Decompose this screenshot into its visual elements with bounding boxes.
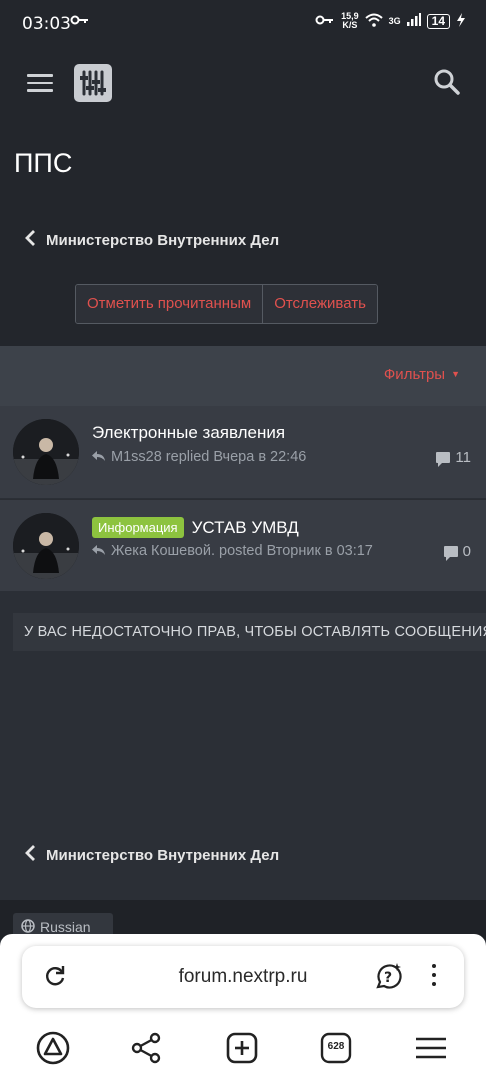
ai-help-icon[interactable]: ? bbox=[372, 961, 404, 993]
chevron-left-icon bbox=[24, 845, 36, 866]
thread-meta-text[interactable]: Жека Кошевой. posted Вторник в 03:17 bbox=[111, 543, 373, 559]
hamburger-icon[interactable] bbox=[27, 74, 53, 92]
thread-title-text[interactable]: Электронные заявления bbox=[92, 423, 285, 443]
wifi-icon bbox=[364, 13, 383, 30]
charging-icon bbox=[456, 12, 466, 30]
status-indicators: 15,9 K/S 3G 14 bbox=[315, 12, 466, 30]
share-icon[interactable] bbox=[128, 1030, 164, 1066]
search-icon[interactable] bbox=[433, 68, 461, 96]
reply-count-value: 11 bbox=[455, 449, 471, 466]
filters-button[interactable]: Фильтры ▼ bbox=[384, 366, 460, 383]
sliders-logo-icon[interactable] bbox=[74, 64, 112, 102]
avatar[interactable] bbox=[13, 419, 79, 485]
speed-unit: K/S bbox=[342, 20, 358, 30]
reply-count: 0 bbox=[443, 543, 471, 561]
reply-count-value: 0 bbox=[462, 543, 471, 560]
footer-breadcrumb[interactable]: Министерство Внутренних Дел bbox=[24, 845, 279, 866]
thread-meta: Жека Кошевой. posted Вторник в 03:17 bbox=[92, 543, 373, 559]
breadcrumb[interactable]: Министерство Внутренних Дел bbox=[24, 230, 279, 251]
battery-indicator: 14 bbox=[426, 13, 450, 29]
more-menu-icon[interactable] bbox=[428, 964, 440, 992]
reply-icon bbox=[92, 450, 105, 464]
page-title: ППС bbox=[14, 148, 73, 178]
thread-row[interactable]: Электронные заявления M1ss28 replied Вче… bbox=[0, 406, 486, 498]
browser-menu-icon[interactable] bbox=[413, 1030, 449, 1066]
network-speed: 15,9 K/S bbox=[341, 12, 359, 30]
permission-notice: У ВАС НЕДОСТАТОЧНО ПРАВ, ЧТОБЫ ОСТАВЛЯТЬ… bbox=[13, 613, 486, 651]
reply-icon bbox=[92, 544, 105, 558]
reply-count: 11 bbox=[436, 449, 471, 467]
status-time: 03:03 bbox=[22, 14, 71, 34]
thread-meta: M1ss28 replied Вчера в 22:46 bbox=[92, 449, 306, 465]
network-type: 3G bbox=[388, 16, 401, 26]
svg-text:?: ? bbox=[384, 970, 392, 986]
comment-icon bbox=[443, 546, 458, 561]
comment-icon bbox=[436, 452, 451, 467]
chevron-left-icon bbox=[24, 230, 36, 251]
tab-count: 628 bbox=[327, 1041, 345, 1052]
alice-assistant-icon[interactable] bbox=[35, 1030, 71, 1066]
browser-toolbar: forum.nextrp.ru ? 628 bbox=[0, 934, 486, 1080]
tabs-counter-button[interactable]: 628 bbox=[318, 1030, 354, 1066]
app-header bbox=[0, 48, 486, 118]
thread-meta-text[interactable]: M1ss28 replied Вчера в 22:46 bbox=[111, 449, 306, 465]
status-bar: 03:03 15,9 K/S 3G 14 bbox=[0, 0, 486, 48]
thread-actions: Отметить прочитанным Отслеживать bbox=[75, 284, 378, 324]
bottom-nav: 628 bbox=[0, 1026, 486, 1070]
thread-title[interactable]: Информация УСТАВ УМВД bbox=[92, 517, 299, 538]
breadcrumb-label: Министерство Внутренних Дел bbox=[46, 232, 280, 249]
footer-breadcrumb-label: Министерство Внутренних Дел bbox=[46, 847, 280, 864]
thread-row[interactable]: Информация УСТАВ УМВД Жека Кошевой. post… bbox=[0, 499, 486, 591]
caret-down-icon: ▼ bbox=[451, 369, 460, 379]
avatar[interactable] bbox=[13, 513, 79, 579]
key-icon bbox=[70, 13, 90, 29]
prefix-badge[interactable]: Информация bbox=[92, 517, 184, 538]
vpn-key-icon bbox=[315, 14, 335, 29]
address-bar[interactable]: forum.nextrp.ru ? bbox=[22, 946, 464, 1008]
signal-icon bbox=[406, 13, 421, 29]
page-header: ППС Министерство Внутренних Дел Отметить… bbox=[0, 118, 486, 346]
thread-title[interactable]: Электронные заявления bbox=[92, 423, 285, 443]
filter-bar: Фильтры ▼ bbox=[0, 346, 486, 406]
new-tab-icon[interactable] bbox=[224, 1030, 260, 1066]
mark-read-button[interactable]: Отметить прочитанным bbox=[76, 285, 263, 323]
filters-label: Фильтры bbox=[383, 366, 446, 383]
thread-title-text[interactable]: УСТАВ УМВД bbox=[192, 518, 299, 538]
watch-button[interactable]: Отслеживать bbox=[262, 285, 377, 323]
